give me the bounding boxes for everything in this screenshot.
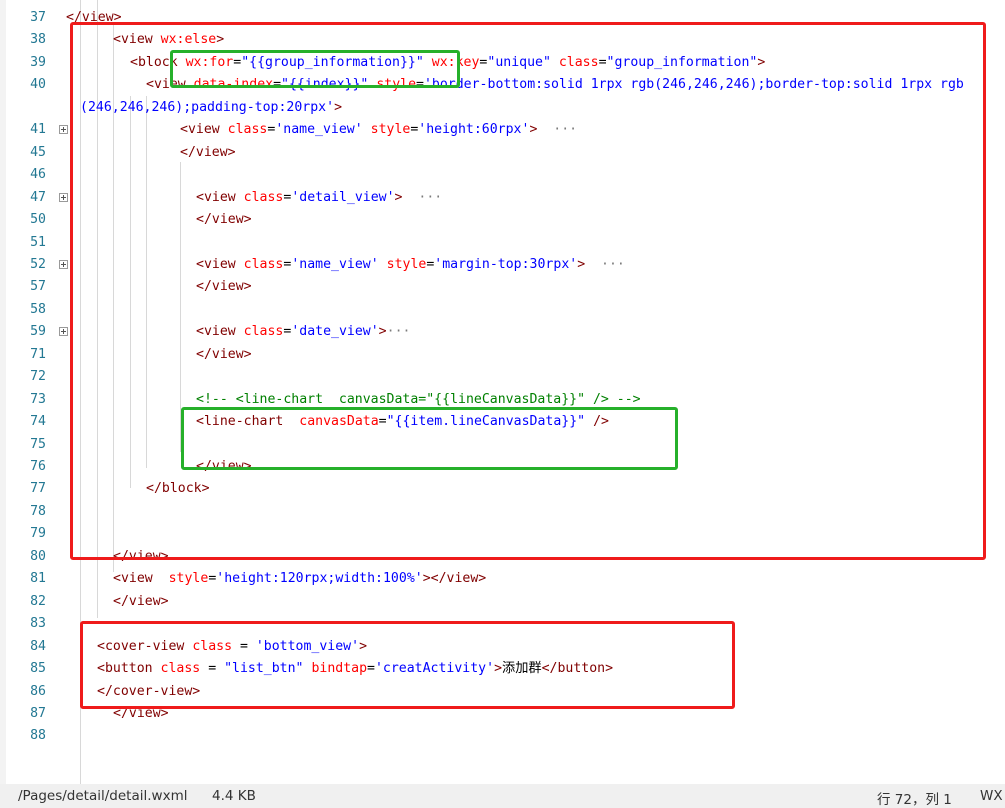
code-token: < [113, 571, 121, 587]
line-number: 85 [30, 661, 46, 677]
fold-expand-icon[interactable] [59, 192, 68, 202]
line-number: 57 [30, 279, 46, 295]
line-number: 46 [30, 167, 46, 183]
file-type[interactable]: WX [980, 788, 1003, 804]
code-text: <view style='height:120rpx;width:100%'><… [113, 568, 486, 590]
line-number: 84 [30, 638, 46, 654]
line-number: 78 [30, 503, 46, 519]
code-token: view [128, 593, 161, 609]
line-number: 81 [30, 571, 46, 587]
line-number: 38 [30, 32, 46, 48]
code-line[interactable]: 81 <view style='height:120rpx;width:100%'… [0, 568, 1005, 590]
code-token: view [446, 571, 479, 587]
line-number: 88 [30, 728, 46, 744]
line-number: 58 [30, 301, 46, 317]
code-token: view [120, 571, 153, 587]
line-number: 82 [30, 593, 46, 609]
line-number: 75 [30, 436, 46, 452]
fold-expand-icon[interactable] [59, 125, 68, 135]
line-number: 74 [30, 414, 46, 430]
code-line[interactable]: 82 </view> [0, 591, 1005, 613]
line-number: 41 [30, 122, 46, 138]
code-token: 'height:120rpx;width:100%' [216, 571, 423, 587]
line-number: 80 [30, 548, 46, 564]
annotation-green-box-line-chart [181, 407, 678, 470]
line-number: 86 [30, 683, 46, 699]
code-line[interactable]: 88 [0, 725, 1005, 747]
line-number: 73 [30, 391, 46, 407]
status-bar: /Pages/detail/detail.wxml 4.4 KB 行 72，列 … [0, 784, 1005, 808]
line-number: 71 [30, 346, 46, 362]
code-text: </view> [113, 591, 169, 613]
line-number: 45 [30, 144, 46, 160]
line-number: 83 [30, 616, 46, 632]
code-token: ></ [422, 571, 447, 587]
line-number: 87 [30, 705, 46, 721]
line-number: 79 [30, 526, 46, 542]
line-number: 59 [30, 324, 46, 340]
line-number: 51 [30, 234, 46, 250]
code-token: </ [113, 593, 129, 609]
annotation-red-box-main [70, 22, 986, 560]
code-token: style [168, 571, 209, 587]
line-number: 39 [30, 54, 46, 70]
code-editor[interactable]: 37 </view> 38 <view wx:else> 39 <block wx:for… [0, 0, 1005, 784]
cursor-position[interactable]: 行 72，列 1 [877, 788, 952, 808]
code-token: > [160, 593, 169, 609]
line-number: 76 [30, 459, 46, 474]
fold-expand-icon[interactable] [59, 327, 68, 337]
line-number: 47 [30, 189, 46, 205]
annotation-green-box-wxfor [170, 50, 460, 88]
line-number: 40 [30, 77, 46, 93]
file-path: /Pages/detail/detail.wxml [18, 788, 188, 804]
line-number: 37 [30, 10, 46, 25]
annotation-red-box-cover-view [80, 621, 735, 709]
fold-expand-icon[interactable] [59, 259, 68, 269]
line-number: 50 [30, 212, 46, 228]
line-number: 77 [30, 481, 46, 497]
line-number: 72 [30, 369, 46, 385]
file-size: 4.4 KB [212, 788, 256, 804]
code-token: > [478, 571, 487, 587]
line-number: 52 [30, 256, 46, 272]
